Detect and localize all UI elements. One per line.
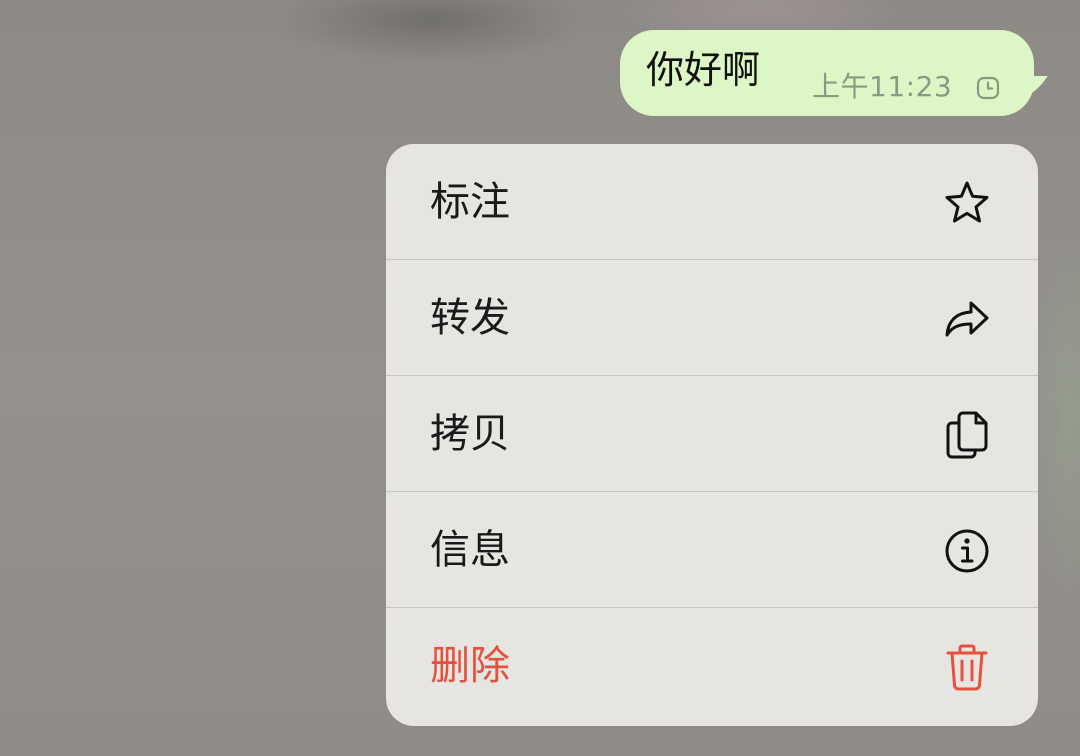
menu-item-star[interactable]: 标注 <box>386 144 1038 260</box>
forward-arrow-icon <box>945 301 989 337</box>
clock-icon <box>976 76 1000 100</box>
menu-item-delete[interactable]: 删除 <box>386 608 1038 724</box>
menu-item-label: 转发 <box>430 295 510 341</box>
menu-item-copy[interactable]: 拷贝 <box>386 376 1038 492</box>
menu-item-label: 标注 <box>430 179 510 225</box>
message-time: 上午11:23 <box>812 70 953 103</box>
message-text: 你好啊 <box>646 48 761 92</box>
menu-item-label: 删除 <box>430 643 510 689</box>
menu-item-info[interactable]: 信息 <box>386 492 1038 608</box>
bubble-tail <box>1016 76 1056 106</box>
menu-item-forward[interactable]: 转发 <box>386 260 1038 376</box>
message-bubble[interactable]: 你好啊 上午11:23 <box>620 30 1056 116</box>
info-icon <box>945 529 989 573</box>
menu-item-label: 信息 <box>430 527 510 573</box>
star-icon <box>945 181 989 223</box>
context-menu: 标注 转发 拷贝 信息 删除 <box>386 144 1038 726</box>
copy-icon <box>946 411 988 459</box>
trash-icon <box>946 644 988 691</box>
menu-item-label: 拷贝 <box>430 411 510 457</box>
